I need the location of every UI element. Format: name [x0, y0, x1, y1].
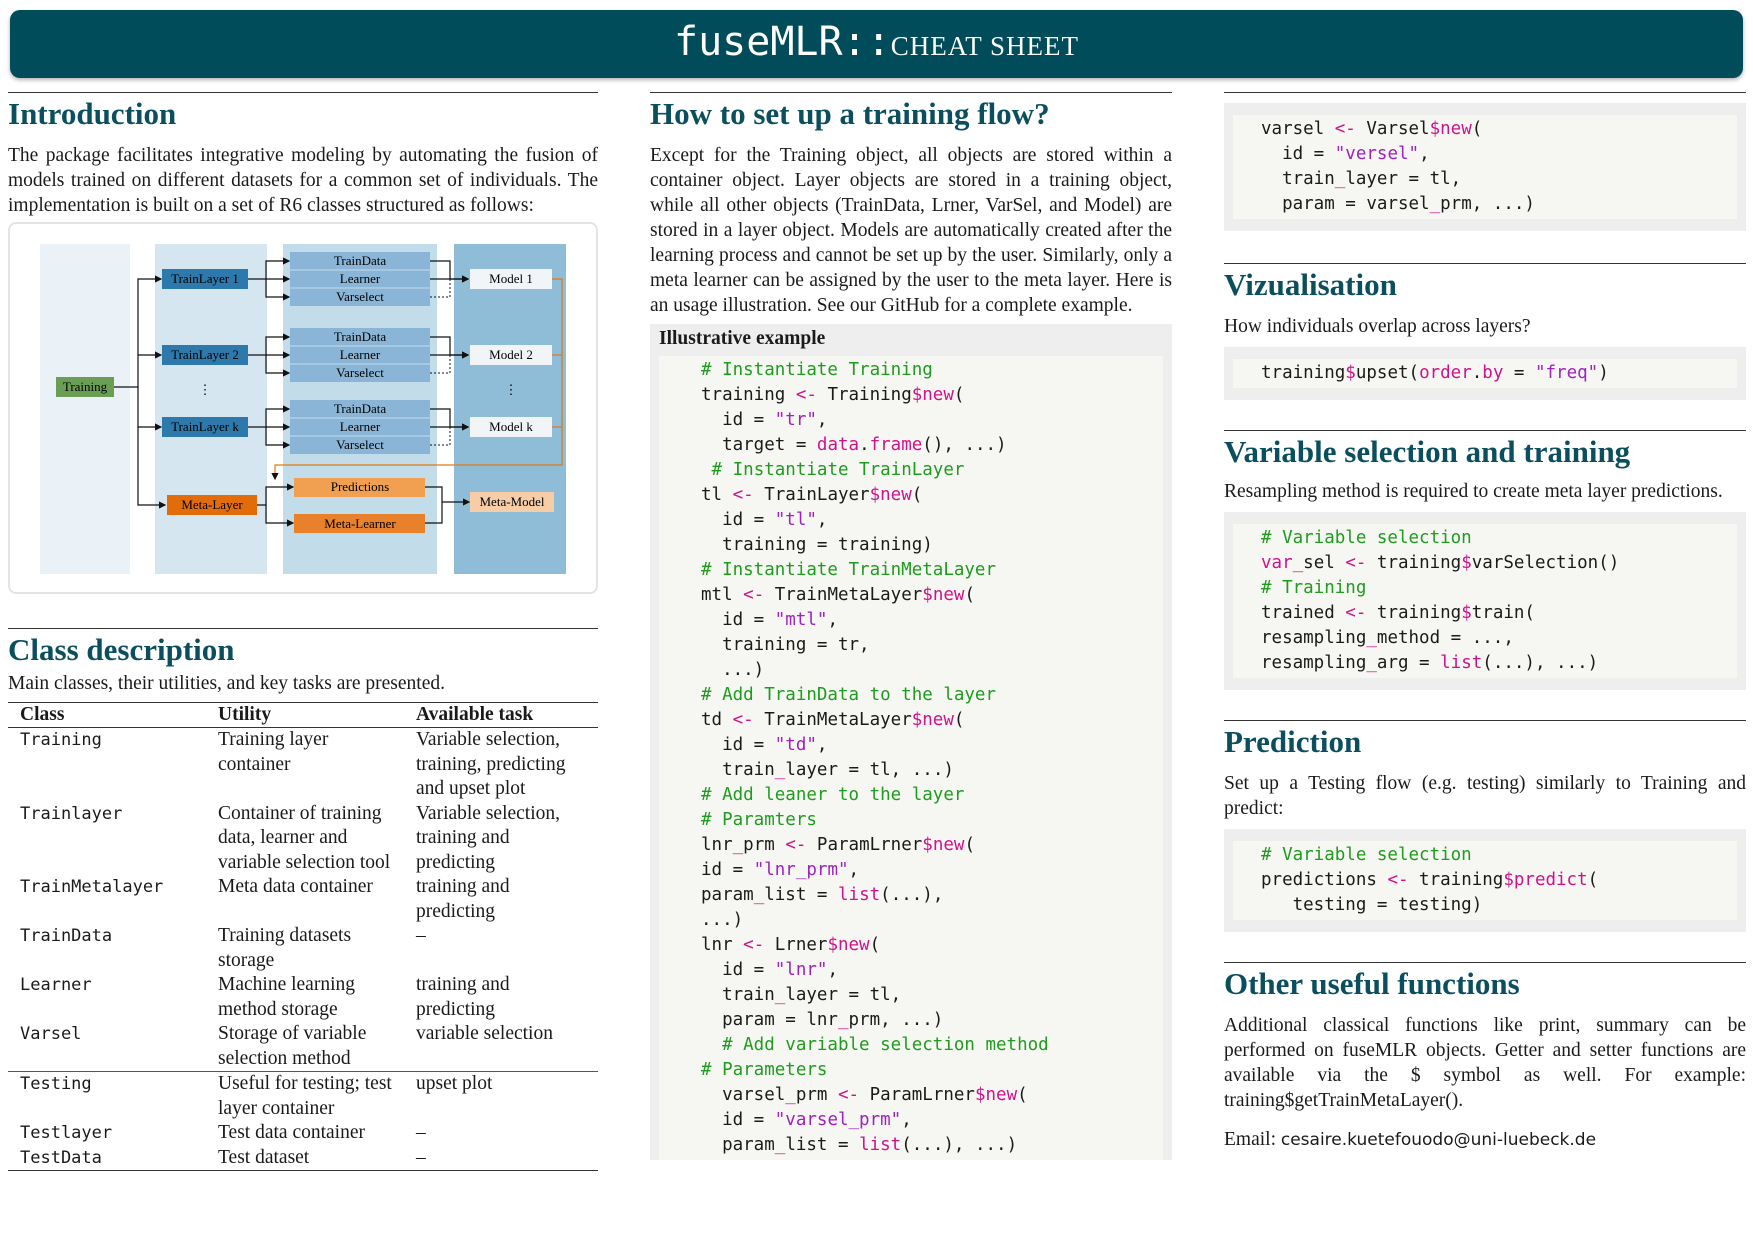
comp-varselect-1: Varselect [336, 289, 384, 304]
comp-varselect-k: Varselect [336, 437, 384, 452]
email-link[interactable]: cesaire.kuetefouodo@uni-luebeck.de [1281, 1130, 1596, 1150]
varsel-train-code-box: # Variable selection var_sel <- training… [1224, 512, 1746, 690]
comp-traindata-1: TrainData [334, 253, 386, 268]
model-dots: ⋮ [505, 382, 518, 397]
comp-learner-k: Learner [340, 419, 381, 434]
table-row: TrainData Training datasets storage – [20, 925, 426, 971]
example-code: # Instantiate Training training <- Train… [659, 356, 1163, 1160]
intro-text: The package facilitates integrative mode… [8, 145, 598, 216]
title-banner: fuseMLR::CHEAT SHEET [10, 10, 1743, 78]
layer-dots: ⋮ [199, 382, 212, 397]
col-task: Available task [416, 704, 534, 725]
bg-training [40, 244, 130, 574]
example-title: Illustrative example [659, 328, 826, 349]
title-subtitle: CHEAT SHEET [890, 31, 1079, 61]
comp-varselect-2: Varselect [336, 365, 384, 380]
comp-learner-2: Learner [340, 347, 381, 362]
table-row: Trainlayer Container of training data, le… [20, 802, 561, 873]
table-row: Training Training layer container Variable… [20, 729, 566, 799]
column-left: Introduction The package facilitates int… [8, 92, 598, 1171]
comp-learner-1: Learner [340, 271, 381, 286]
node-meta-layer-label: Meta-Layer [181, 497, 243, 512]
title-package: fuseMLR:: [673, 19, 891, 65]
class-table: Class Utility Available task Training Tra… [8, 702, 598, 1171]
varsel-code: varsel <- Varsel$new( id = "versel", tra… [1233, 115, 1737, 219]
table-row: TrainMetalayer Meta data container trainin… [20, 876, 510, 922]
table-row: Varsel Storage of variable selection meth… [20, 1023, 553, 1069]
prediction-text: Set up a Testing flow (e.g. testing) sim… [1224, 773, 1746, 819]
class-heading: Class description [8, 632, 235, 667]
prediction-code: # Variable selection predictions <- trai… [1233, 841, 1737, 920]
node-trainlayer-2-label: TrainLayer 2 [171, 347, 239, 362]
viz-code: training$upset(order.by = "freq") [1233, 359, 1737, 388]
flow-text: Except for the Training object, all obje… [650, 145, 1172, 316]
table-row: Testing Useful for testing; test layer co… [8, 1071, 598, 1122]
example-box: Illustrative example # Instantiate Train… [650, 324, 1172, 1160]
other-heading: Other useful functions [1224, 966, 1520, 1001]
node-trainlayer-1-label: TrainLayer 1 [171, 271, 239, 286]
node-model-2-label: Model 2 [489, 347, 533, 362]
intro-heading: Introduction [8, 96, 177, 131]
flow-heading: How to set up a training flow? [650, 96, 1050, 131]
col-class: Class [20, 704, 65, 725]
node-model-k-label: Model k [489, 419, 533, 434]
varsel-train-text: Resampling method is required to create … [1224, 481, 1723, 502]
column-middle: How to set up a training flow? Except fo… [650, 92, 1172, 1160]
node-meta-model-label: Meta-Model [480, 494, 545, 509]
varsel-code-box: varsel <- Varsel$new( id = "versel", tra… [1224, 103, 1746, 231]
varsel-train-heading: Variable selection and training [1224, 434, 1631, 469]
column-right: varsel <- Varsel$new( id = "versel", tra… [1224, 92, 1746, 1153]
bg-models [454, 244, 566, 574]
viz-heading: Vizualisation [1224, 267, 1397, 302]
email-label: Email: [1224, 1129, 1276, 1150]
node-trainlayer-k-label: TrainLayer k [171, 419, 239, 434]
prediction-heading: Prediction [1224, 724, 1362, 759]
other-text: Additional classical functions like prin… [1224, 1015, 1746, 1111]
viz-text: How individuals overlap across layers? [1224, 316, 1531, 337]
node-training-label: Training [63, 379, 108, 394]
varsel-train-code: # Variable selection var_sel <- training… [1233, 524, 1737, 678]
table-row: Learner Machine learning method storage tr… [20, 974, 510, 1020]
node-model-1-label: Model 1 [489, 271, 533, 286]
comp-traindata-2: TrainData [334, 329, 386, 344]
node-predictions-label: Predictions [331, 479, 390, 494]
class-intro: Main classes, their utilities, and key t… [8, 673, 445, 694]
bg-layers [155, 244, 267, 574]
class-diagram: Training TrainLayer 1 TrainLayer 2 ⋮ Tra… [8, 222, 598, 594]
table-row: Testlayer Test data container – [20, 1122, 426, 1143]
prediction-code-box: # Variable selection predictions <- trai… [1224, 829, 1746, 932]
viz-code-box: training$upset(order.by = "freq") [1224, 347, 1746, 400]
col-utility: Utility [218, 704, 272, 725]
comp-traindata-k: TrainData [334, 401, 386, 416]
node-meta-learner-label: Meta-Learner [324, 516, 396, 531]
table-row: TestData Test dataset – [8, 1146, 598, 1171]
